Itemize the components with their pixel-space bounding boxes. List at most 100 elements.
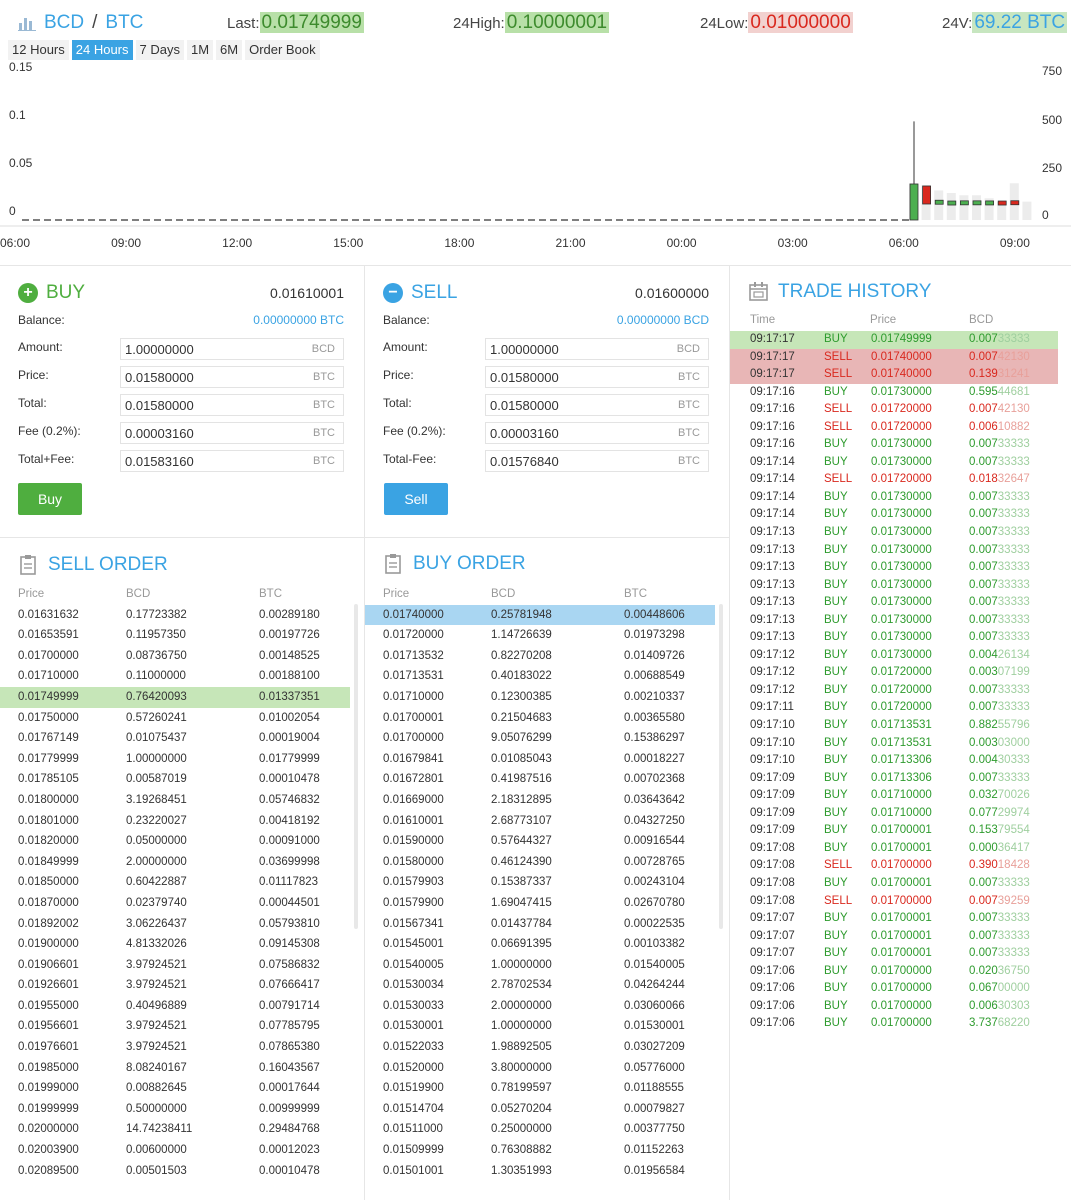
order-row[interactable]: 0.01509999 0.76308882 0.01152263 [365,1140,715,1161]
trade-amount-tail: 32647 [997,473,1030,486]
trade-price: 0.01700001 [871,912,932,925]
quote-currency-link[interactable]: BTC [105,12,143,34]
buy-price-input[interactable]: 0.01580000 BTC [120,366,344,388]
order-row[interactable]: 0.01530001 1.00000000 0.01530001 [365,1016,715,1037]
buy-fee-input[interactable]: 0.00003160 BTC [120,422,344,444]
trade-side: BUY [824,736,848,749]
order-row[interactable]: 0.01567341 0.01437784 0.00022535 [365,914,715,935]
order-row[interactable]: 0.01514704 0.05270204 0.00079827 [365,1099,715,1120]
order-row[interactable]: 0.02003900 0.00600000 0.00012023 [0,1140,350,1161]
sell-totalfee-input[interactable]: 0.01576840 BTC [485,450,709,472]
order-cell: 0.01117823 [259,876,319,889]
order-row[interactable]: 0.01720000 1.14726639 0.01973298 [365,625,715,646]
buy-totalfee-input[interactable]: 0.01583160 BTC [120,450,344,472]
trade-amount-tail: 33333 [997,543,1030,556]
range-tab[interactable]: 12 Hours [8,40,69,60]
table-header: Price BCD BTC [0,584,350,605]
range-tab[interactable]: Order Book [245,40,320,60]
order-row[interactable]: 0.01590000 0.57644327 0.00916544 [365,831,715,852]
order-row[interactable]: 0.01530034 2.78702534 0.04264244 [365,975,715,996]
order-cell: 0.00197726 [259,629,320,642]
sell-price-input[interactable]: 0.01580000 BTC [485,366,709,388]
bar-chart-icon [18,18,36,31]
order-row[interactable]: 0.01679841 0.01085043 0.00018227 [365,749,715,770]
order-row[interactable]: 0.01801000 0.23220027 0.00418192 [0,811,350,832]
order-row[interactable]: 0.01849999 2.00000000 0.03699998 [0,852,350,873]
trade-amount-tail: 70026 [997,789,1030,802]
order-row[interactable]: 0.01669000 2.18312895 0.03643642 [365,790,715,811]
order-row[interactable]: 0.01511000 0.25000000 0.00377750 [365,1119,715,1140]
sell-price-label: Price: [383,368,414,382]
order-row[interactable]: 0.01892002 3.06226437 0.05793810 [0,914,350,935]
order-row[interactable]: 0.01926601 3.97924521 0.07666417 [0,975,350,996]
clipboard-icon [385,554,401,574]
sell-amount-input[interactable]: 1.00000000 BCD [485,338,709,360]
y-right-tick: 500 [1042,113,1062,127]
order-row[interactable]: 0.01749999 0.76420093 0.01337351 [0,686,350,708]
order-row[interactable]: 0.01519900 0.78199597 0.01188555 [365,1078,715,1099]
order-row[interactable]: 0.01767149 0.01075437 0.00019004 [0,728,350,749]
buy-balance-value[interactable]: 0.00000000 BTC [253,313,344,327]
order-row[interactable]: 0.01785105 0.00587019 0.00010478 [0,769,350,790]
order-row[interactable]: 0.01820000 0.05000000 0.00091000 [0,831,350,852]
order-row[interactable]: 0.02089500 0.00501503 0.00010478 [0,1161,350,1182]
trade-amount-main: 0.007 [969,894,998,907]
range-tab[interactable]: 24 Hours [71,40,133,60]
order-row[interactable]: 0.01713532 0.82270208 0.01409726 [365,646,715,667]
buy-order-scrollbar[interactable] [719,604,723,929]
base-currency-link[interactable]: BCD [44,12,84,34]
order-row[interactable]: 0.01700000 0.08736750 0.00148525 [0,646,350,667]
order-row[interactable]: 0.01530033 2.00000000 0.03060066 [365,996,715,1017]
order-row[interactable]: 0.01520000 3.80000000 0.05776000 [365,1058,715,1079]
order-row[interactable]: 0.01976601 3.97924521 0.07865380 [0,1037,350,1058]
order-row[interactable]: 0.01713531 0.40183022 0.00688549 [365,666,715,687]
order-row[interactable]: 0.01900000 4.81332026 0.09145308 [0,934,350,955]
order-row[interactable]: 0.01700000 9.05076299 0.15386297 [365,728,715,749]
range-tab[interactable]: 6M [216,40,243,60]
sell-balance-value[interactable]: 0.00000000 BCD [617,313,709,327]
order-row[interactable]: 0.01522033 1.98892505 0.03027209 [365,1037,715,1058]
order-row[interactable]: 0.01700001 0.21504683 0.00365580 [365,708,715,729]
buy-order-table: Price BCD BTC 0.01740000 0.25781948 0.0044860… [365,584,715,1181]
sell-fee-input[interactable]: 0.00003160 BTC [485,422,709,444]
order-row[interactable]: 0.01740000 0.25781948 0.00448606 [365,604,715,626]
order-row[interactable]: 0.01956601 3.97924521 0.07785795 [0,1016,350,1037]
order-row[interactable]: 0.01540005 1.00000000 0.01540005 [365,955,715,976]
order-row[interactable]: 0.01579903 0.15387337 0.00243104 [365,872,715,893]
order-row[interactable]: 0.01579900 1.69047415 0.02670780 [365,893,715,914]
order-row[interactable]: 0.02000000 14.74238411 0.29484768 [0,1119,350,1140]
order-cell: 0.01409726 [624,649,685,662]
range-tab[interactable]: 1M [186,40,214,60]
order-row[interactable]: 0.01672801 0.41987516 0.00702368 [365,769,715,790]
buy-amount-input[interactable]: 1.00000000 BCD [120,338,344,360]
sell-order-scrollbar[interactable] [354,604,358,929]
order-row[interactable]: 0.01710000 0.11000000 0.00188100 [0,666,350,687]
sell-button[interactable]: Sell [384,483,448,515]
range-tab[interactable]: 7 Days [135,40,184,60]
order-row[interactable]: 0.01985000 8.08240167 0.16043567 [0,1058,350,1079]
order-row[interactable]: 0.01955000 0.40496889 0.00791714 [0,996,350,1017]
trade-time: 09:17:07 [750,947,795,960]
order-row[interactable]: 0.01999999 0.50000000 0.00999999 [0,1099,350,1120]
order-row[interactable]: 0.01800000 3.19268451 0.05746832 [0,790,350,811]
order-row[interactable]: 0.01653591 0.11957350 0.00197726 [0,625,350,646]
order-row[interactable]: 0.01610001 2.68773107 0.04327250 [365,811,715,832]
order-row[interactable]: 0.01631632 0.17723382 0.00289180 [0,605,350,626]
trade-row: 09:17:13 BUY 0.01730000 0.00733333 [730,524,1058,542]
order-row[interactable]: 0.01545001 0.06691395 0.00103382 [365,934,715,955]
trade-history-title: TRADE HISTORY [748,281,931,303]
buy-button[interactable]: Buy [18,483,82,515]
order-row[interactable]: 0.01580000 0.46124390 0.00728765 [365,852,715,873]
order-row[interactable]: 0.01750000 0.57260241 0.01002054 [0,708,350,729]
sell-total-input[interactable]: 0.01580000 BTC [485,394,709,416]
pair-title: BCD / BTC [18,12,143,34]
order-row[interactable]: 0.01710000 0.12300385 0.00210337 [365,687,715,708]
order-row[interactable]: 0.01779999 1.00000000 0.01779999 [0,749,350,770]
order-row[interactable]: 0.01850000 0.60422887 0.01117823 [0,872,350,893]
order-row[interactable]: 0.01999000 0.00882645 0.00017644 [0,1078,350,1099]
order-row[interactable]: 0.01501001 1.30351993 0.01956584 [365,1161,715,1182]
buy-total-input[interactable]: 0.01580000 BTC [120,394,344,416]
order-row[interactable]: 0.01870000 0.02379740 0.00044501 [0,893,350,914]
trade-time: 09:17:14 [750,508,795,521]
order-row[interactable]: 0.01906601 3.97924521 0.07586832 [0,955,350,976]
